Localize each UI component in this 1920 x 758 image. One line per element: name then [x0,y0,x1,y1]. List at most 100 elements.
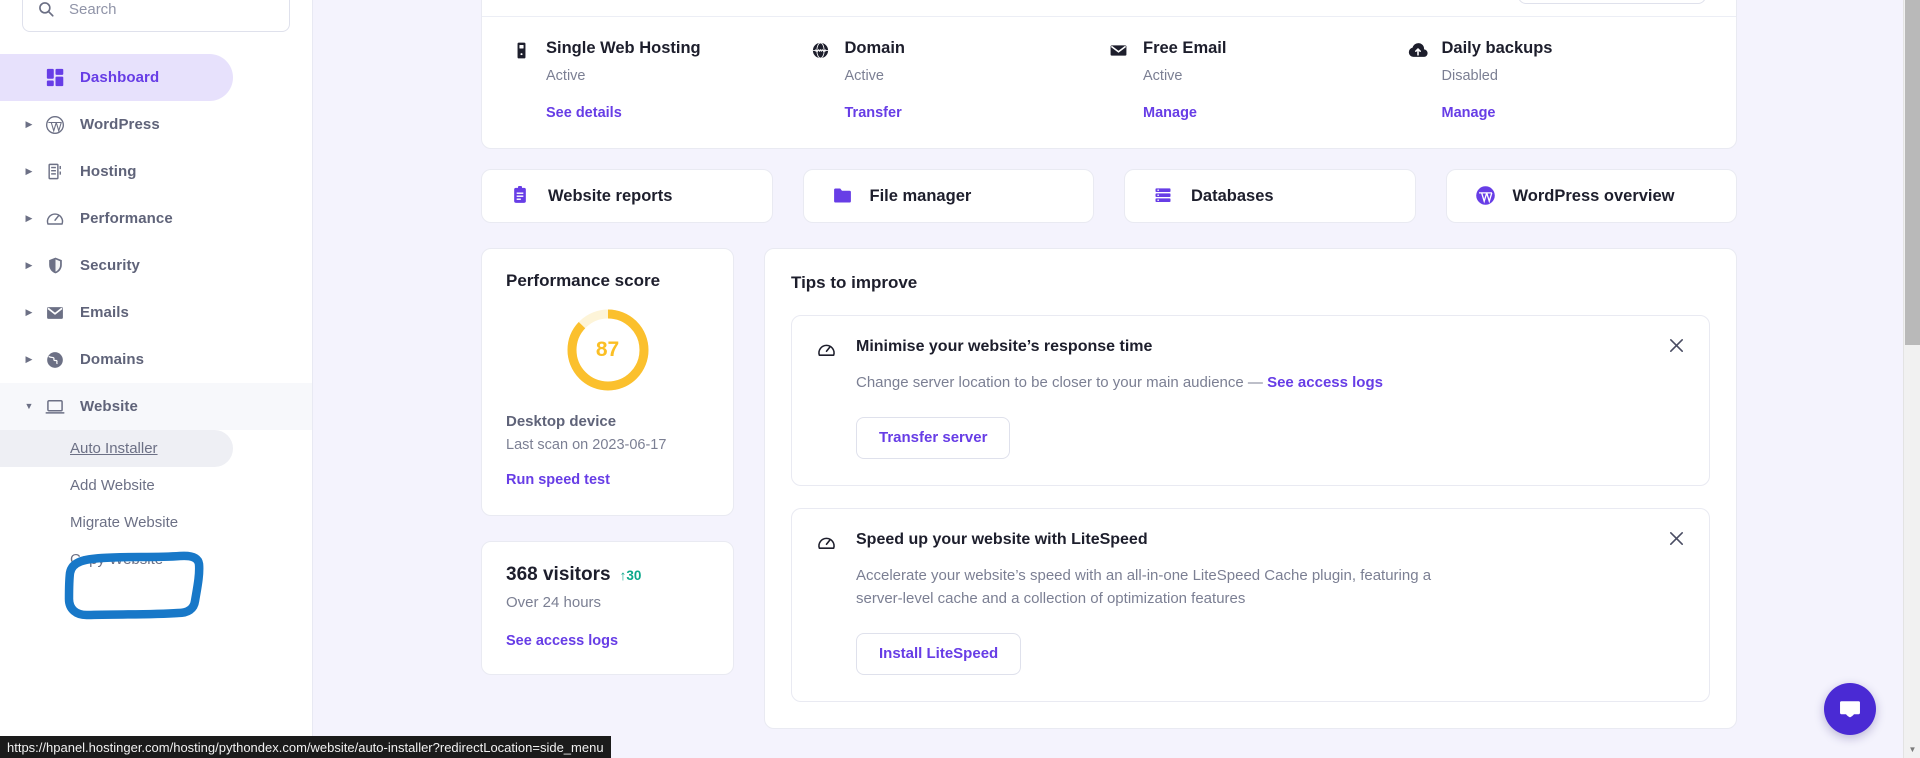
see-access-logs-link[interactable]: See access logs [506,633,618,649]
visitors-period: Over 24 hours [506,594,602,612]
close-icon[interactable] [1667,336,1687,356]
gauge-icon [44,208,66,230]
sidebar-nav: Dashboard ▶ WordPress ▶ Hosting ▶ Perfor… [0,54,312,578]
cloud-upload-icon [1408,41,1429,62]
tip-inline-link[interactable]: See access logs [1267,374,1383,391]
performance-score-card: Performance score 87 Desktop device Last… [481,248,734,517]
chat-bubble-icon[interactable] [1824,683,1876,735]
service-action-link[interactable]: Manage [1143,105,1197,121]
sidebar-subitem-label: Migrate Website [70,514,179,531]
sidebar-item-auto-installer[interactable]: Auto Installer [0,430,233,467]
quick-action-website-reports[interactable]: Website reports [481,169,773,224]
clipboard-icon [510,185,532,207]
visitors-headline: 368 visitors ↑30 [506,564,709,586]
sidebar-subitem-label: Copy Website [70,551,164,568]
monitor-icon [44,396,66,418]
server-icon [44,161,66,183]
sidebar-item-label: Hosting [80,163,137,180]
database-icon [1153,185,1175,207]
browser-status-url: https://hpanel.hostinger.com/hosting/pyt… [0,736,611,758]
tips-to-improve-card: Tips to improve Minimise your website’s … [764,248,1737,729]
content-scroll-area: Website created on: 2023-03-01 [313,0,1905,729]
tip-title: Speed up your website with LiteSpeed [856,530,1148,548]
sidebar-item-website[interactable]: ▼ Website [0,383,312,430]
sidebar-subitem-label: Auto Installer [70,440,158,457]
sidebar-item-emails[interactable]: ▶ Emails [0,289,312,336]
folder-icon [832,185,854,207]
sidebar-item-performance[interactable]: ▶ Performance [0,195,312,242]
shield-icon [44,255,66,277]
performance-gauge: 87 [565,307,651,393]
sidebar-item-security[interactable]: ▶ Security [0,242,312,289]
chevron-right-icon: ▶ [25,354,33,364]
sidebar-item-dashboard[interactable]: Dashboard [0,54,233,101]
quick-action-databases[interactable]: Databases [1124,169,1416,224]
quick-action-file-manager[interactable]: File manager [802,169,1094,224]
tip-litespeed: Speed up your website with LiteSpeed Acc… [791,507,1710,702]
tip-body: Accelerate your website’s speed with an … [856,565,1685,675]
performance-device: Desktop device [506,413,617,431]
sidebar-item-wordpress[interactable]: ▶ WordPress [0,101,312,148]
hpanel-dashboard: Dashboard ▶ WordPress ▶ [0,0,1920,758]
search-box[interactable] [22,0,290,32]
tip-description: Accelerate your website’s speed with an … [856,566,1432,607]
tip-description-text: Change server location to be closer to y… [856,374,1268,392]
right-column: Tips to improve Minimise your website’s … [764,248,1737,729]
sidebar-item-label: Website [80,398,138,415]
chevron-right-icon: ▶ [25,213,33,223]
service-title: Daily backups [1441,39,1553,57]
scrollbar-thumb[interactable] [1905,0,1920,345]
performance-card-title: Performance score [506,271,661,291]
service-title: Single Web Hosting [546,39,701,57]
sidebar-item-label: Performance [80,210,173,227]
sidebar-item-add-website[interactable]: Add Website [0,467,312,504]
sidebar-item-label: Dashboard [80,69,160,86]
service-status: Disabled [1441,68,1498,85]
transfer-server-button[interactable]: Transfer server [856,416,1011,459]
chevron-right-icon: ▶ [25,166,33,176]
service-status: Active [1143,68,1183,85]
service-free-email: Free Email Active Manage [1109,39,1408,122]
sidebar-item-hosting[interactable]: ▶ Hosting [0,148,312,195]
sidebar-item-copy-website[interactable]: Copy Website [0,541,312,578]
gauge-icon [816,339,838,361]
dashboard-grid-icon [44,67,66,89]
chevron-down-icon: ▼ [24,401,34,411]
service-action-link[interactable]: See details [546,105,622,121]
tip-minimise-response-time: Minimise your website’s response time Ch… [791,315,1710,486]
service-status: Active [546,68,586,85]
main-content: Website created on: 2023-03-01 [313,0,1920,758]
sidebar-item-label: WordPress [80,116,160,133]
hosting-services-grid: Single Web Hosting Active See details ww… [482,17,1736,148]
sidebar-item-label: Security [80,257,140,274]
search-icon [37,0,55,18]
visitors-delta: ↑30 [619,568,642,584]
header-partial-button[interactable] [1518,0,1706,4]
run-speed-test-link[interactable]: Run speed test [506,472,610,488]
chevron-right-icon: ▶ [25,307,33,317]
install-litespeed-button[interactable]: Install LiteSpeed [856,632,1022,675]
quick-action-label: Website reports [548,186,673,205]
quick-actions-row: Website reports File manager Databases W… [481,169,1737,224]
tips-card-title: Tips to improve [791,273,918,293]
sidebar-item-label: Emails [80,304,129,321]
sidebar-item-domains[interactable]: ▶ Domains [0,336,312,383]
left-column: Performance score 87 Desktop device Last… [481,248,734,676]
search-input[interactable] [67,0,275,19]
www-globe-icon: www [811,41,832,62]
chevron-right-icon: ▶ [25,119,33,129]
hosting-card-header-actions [1496,0,1706,4]
service-title: Domain [844,39,906,57]
scroll-down-arrow-icon[interactable]: ▼ [1904,741,1920,757]
quick-action-wordpress-overview[interactable]: WordPress overview [1445,169,1737,224]
service-action-link[interactable]: Manage [1442,105,1496,121]
tip-description: Change server location to be closer to y… [856,372,1456,395]
sidebar-item-migrate-website[interactable]: Migrate Website [0,504,312,541]
service-domain: www Domain Active Transfer [811,39,1110,122]
performance-last-scan: Last scan on 2023-06-17 [506,437,667,454]
service-single-web-hosting: Single Web Hosting Active See details [512,39,811,122]
close-icon[interactable] [1667,529,1687,549]
vertical-scrollbar[interactable]: ▼ [1903,0,1920,758]
sidebar-subitem-label: Add Website [70,477,155,494]
service-action-link[interactable]: Transfer [845,105,902,121]
